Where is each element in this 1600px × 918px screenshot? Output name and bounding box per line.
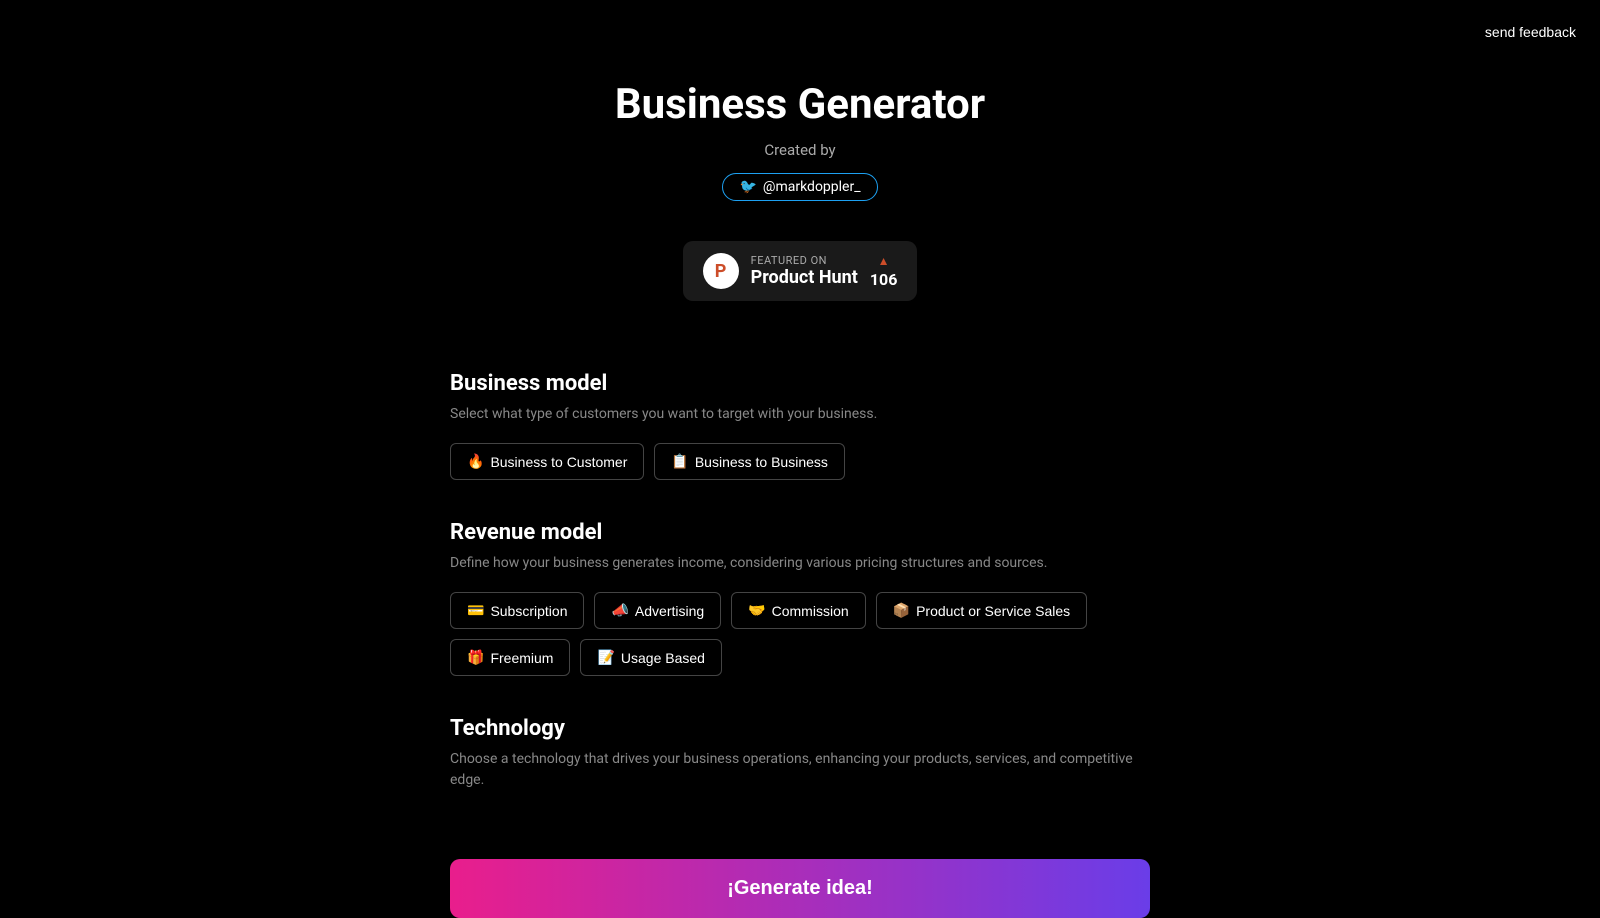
technology-desc: Choose a technology that drives your bus… <box>450 749 1150 791</box>
revenue-model-options-row2: 🎁 Freemium 📝 Usage Based <box>450 639 1150 676</box>
technology-title: Technology <box>450 716 1150 741</box>
ph-name: Product Hunt <box>751 267 858 288</box>
business-model-title: Business model <box>450 371 1150 396</box>
option-subscription[interactable]: 💳 Subscription <box>450 592 584 629</box>
option-freemium[interactable]: 🎁 Freemium <box>450 639 570 676</box>
ph-votes: ▲ 106 <box>870 254 898 289</box>
usage-based-emoji: 📝 <box>597 649 614 666</box>
created-by-label: Created by <box>764 141 835 159</box>
option-advertising[interactable]: 📣 Advertising <box>594 592 721 629</box>
option-b2b[interactable]: 📋 Business to Business <box>654 443 845 480</box>
page-title: Business Generator <box>615 80 985 129</box>
business-model-options: 🔥 Business to Customer 📋 Business to Bus… <box>450 443 1150 480</box>
business-model-desc: Select what type of customers you want t… <box>450 404 1150 425</box>
send-feedback-button[interactable]: send feedback <box>1485 24 1576 40</box>
b2b-emoji: 📋 <box>671 453 688 470</box>
advertising-emoji: 📣 <box>611 602 628 619</box>
twitter-handle: @markdoppler_ <box>763 179 861 195</box>
technology-section: Technology Choose a technology that driv… <box>450 716 1150 809</box>
ph-vote-count: 106 <box>870 270 898 289</box>
b2b-label: Business to Business <box>695 454 828 470</box>
revenue-model-options: 💳 Subscription 📣 Advertising 🤝 Commissio… <box>450 592 1150 629</box>
main-content: Business Generator Created by 🐦 @markdop… <box>0 0 1600 918</box>
option-usage-based[interactable]: 📝 Usage Based <box>580 639 722 676</box>
revenue-model-desc: Define how your business generates incom… <box>450 553 1150 574</box>
business-model-section: Business model Select what type of custo… <box>450 371 1150 480</box>
b2c-label: Business to Customer <box>490 454 627 470</box>
product-service-emoji: 📦 <box>893 602 910 619</box>
twitter-icon: 🐦 <box>739 179 756 195</box>
twitter-link[interactable]: 🐦 @markdoppler_ <box>722 173 877 201</box>
revenue-model-section: Revenue model Define how your business g… <box>450 520 1150 676</box>
advertising-label: Advertising <box>635 603 704 619</box>
usage-based-label: Usage Based <box>621 650 705 666</box>
ph-featured-on: FEATURED ON <box>751 254 858 267</box>
commission-label: Commission <box>772 603 849 619</box>
ph-arrow-icon: ▲ <box>878 254 890 268</box>
option-commission[interactable]: 🤝 Commission <box>731 592 865 629</box>
freemium-label: Freemium <box>490 650 553 666</box>
freemium-emoji: 🎁 <box>467 649 484 666</box>
product-service-label: Product or Service Sales <box>916 603 1070 619</box>
product-hunt-badge[interactable]: P FEATURED ON Product Hunt ▲ 106 <box>683 241 918 301</box>
generate-idea-button[interactable]: ¡Generate idea! <box>450 859 1150 918</box>
subscription-label: Subscription <box>490 603 567 619</box>
option-product-service-sales[interactable]: 📦 Product or Service Sales <box>876 592 1088 629</box>
ph-logo: P <box>703 253 739 289</box>
revenue-model-title: Revenue model <box>450 520 1150 545</box>
commission-emoji: 🤝 <box>748 602 765 619</box>
option-b2c[interactable]: 🔥 Business to Customer <box>450 443 644 480</box>
subscription-emoji: 💳 <box>467 602 484 619</box>
ph-text: FEATURED ON Product Hunt <box>751 254 858 288</box>
b2c-emoji: 🔥 <box>467 453 484 470</box>
